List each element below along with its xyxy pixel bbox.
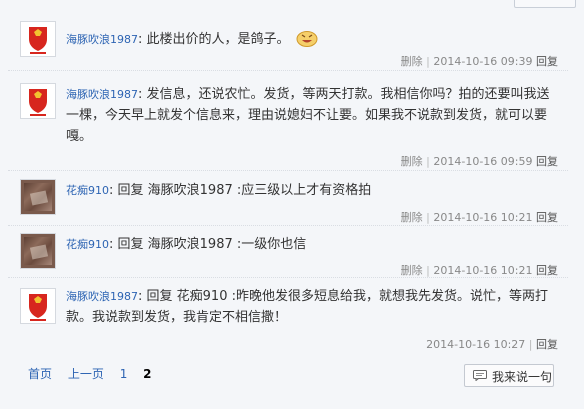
red-badge-logo-icon [21, 289, 55, 323]
comment-author[interactable]: 海豚吹浪1987 [66, 33, 138, 46]
comment-body: 海豚吹浪1987: 此楼出价的人，是鸽子。 [66, 29, 560, 50]
pagination: 首页 上一页 1 2 [28, 365, 164, 382]
reply-link[interactable]: 回复 [536, 155, 558, 168]
prev-page-link[interactable]: 上一页 [68, 367, 104, 381]
avatar[interactable] [20, 179, 56, 215]
comment-time: 2014-10-16 10:27 [426, 338, 526, 351]
reply-link[interactable]: 回复 [536, 338, 558, 351]
red-badge-logo-icon [21, 84, 55, 118]
avatar[interactable] [20, 288, 56, 324]
reply-link[interactable]: 回复 [536, 211, 558, 224]
current-page: 2 [143, 367, 152, 381]
comment-time: 2014-10-16 10:21 [433, 211, 533, 224]
comment-time: 2014-10-16 09:59 [433, 155, 533, 168]
reply-link[interactable]: 回复 [536, 264, 558, 277]
comment-item: 花痴910: 回复 海豚吹浪1987 :应三级以上才有资格拍 删除 | 2014… [8, 171, 568, 226]
first-page-link[interactable]: 首页 [28, 367, 52, 381]
reply-link[interactable]: 回复 [536, 55, 558, 68]
comment-text: 此楼出价的人，是鸽子。 [146, 32, 290, 47]
avatar[interactable] [20, 233, 56, 269]
comment-author[interactable]: 海豚吹浪1987 [66, 88, 138, 101]
comment-item: 海豚吹浪1987: 发信息，还说农忙。发货，等两天打款。我相信你吗？拍的还要叫我… [8, 71, 568, 171]
laughing-face-icon [296, 31, 318, 47]
delete-link[interactable]: 删除 [401, 264, 423, 277]
comment-item: 花痴910: 回复 海豚吹浪1987 :一级你也信 删除 | 2014-10-1… [8, 226, 568, 278]
avatar[interactable] [20, 21, 56, 57]
write-comment-label: 我来说一句 [492, 370, 553, 384]
comment-body: 花痴910: 回复 海豚吹浪1987 :应三级以上才有资格拍 [66, 183, 372, 198]
delete-link[interactable]: 删除 [401, 211, 423, 224]
delete-link[interactable]: 删除 [401, 55, 423, 68]
comment-author[interactable]: 花痴910 [66, 238, 109, 251]
comment-body: 海豚吹浪1987: 回复 花痴910 :昨晚他发很多短息给我，就想我先发货。说忙… [66, 289, 548, 325]
comment-time: 2014-10-16 10:21 [433, 264, 533, 277]
comment-text: 回复 海豚吹浪1987 :一级你也信 [117, 237, 307, 252]
comment-meta: 删除 | 2014-10-16 09:59 回复 [400, 155, 558, 168]
comment-author[interactable]: 花痴910 [66, 184, 109, 197]
page-link-1[interactable]: 1 [120, 367, 128, 381]
comment-icon [473, 370, 487, 381]
comment-list: 海豚吹浪1987: 此楼出价的人，是鸽子。 删除 | 2014-10-16 09… [8, 9, 568, 358]
reply-top-button[interactable] [514, 0, 576, 8]
comment-meta: 删除 | 2014-10-16 10:21 回复 [400, 264, 558, 277]
top-bar [0, 0, 584, 8]
comment-item: 海豚吹浪1987: 回复 花痴910 :昨晚他发很多短息给我，就想我先发货。说忙… [8, 278, 568, 358]
delete-link[interactable]: 删除 [401, 155, 423, 168]
write-comment-button[interactable]: 我来说一句 [464, 364, 554, 387]
comment-text: 回复 海豚吹浪1987 :应三级以上才有资格拍 [117, 183, 372, 198]
red-badge-logo-icon [21, 22, 55, 56]
avatar[interactable] [20, 83, 56, 119]
comment-meta: 删除 | 2014-10-16 10:21 回复 [400, 211, 558, 224]
comment-item: 海豚吹浪1987: 此楼出价的人，是鸽子。 删除 | 2014-10-16 09… [8, 9, 568, 71]
comment-time: 2014-10-16 09:39 [433, 55, 533, 68]
comment-body: 海豚吹浪1987: 发信息，还说农忙。发货，等两天打款。我相信你吗？拍的还要叫我… [66, 87, 550, 144]
comment-meta: 删除 | 2014-10-16 09:39 回复 [400, 55, 558, 68]
comment-author[interactable]: 海豚吹浪1987 [66, 290, 138, 303]
comment-body: 花痴910: 回复 海豚吹浪1987 :一级你也信 [66, 237, 307, 252]
comment-meta: 2014-10-16 10:27 | 回复 [426, 338, 558, 351]
